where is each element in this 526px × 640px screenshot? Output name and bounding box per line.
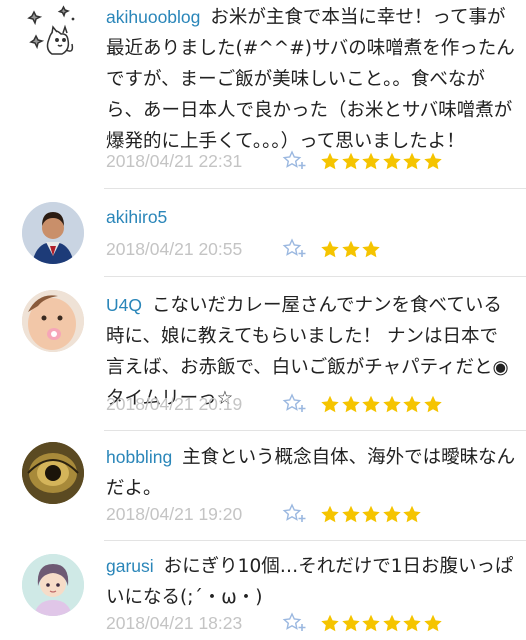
divider [104, 430, 526, 431]
star-rating [320, 240, 382, 259]
star-icon [321, 614, 339, 631]
star-icon [382, 152, 401, 169]
star-icon [362, 505, 380, 522]
star-icon [423, 614, 442, 631]
comment-meta: 2018/04/21 18:23 [106, 610, 443, 636]
username-link[interactable]: akihiro5 [106, 207, 167, 227]
comment-meta: 2018/04/21 19:20 [106, 501, 423, 527]
comment-date: 2018/04/21 18:23 [106, 612, 243, 633]
star-icon [403, 505, 421, 522]
comment-date: 2018/04/21 19:20 [106, 503, 243, 524]
star-icon [403, 614, 421, 631]
comment-date: 2018/04/21 20:55 [106, 238, 243, 259]
star-icon [362, 240, 380, 257]
comment-date: 2018/04/21 22:31 [106, 150, 243, 171]
star-rating [320, 395, 443, 414]
star-icon [341, 395, 360, 412]
avatar[interactable] [22, 202, 84, 264]
star-icon [423, 395, 442, 412]
star-rating [320, 614, 443, 633]
star-icon [362, 614, 380, 631]
star-icon [382, 395, 401, 412]
star-icon [321, 152, 339, 169]
star-icon [321, 505, 339, 522]
comment-body: hobbling 主食という概念自体、海外では曖昧なんだよ。 [106, 442, 516, 504]
comment-feed: akihuooblog お米が主食で本当に幸せ！って事が最近ありました(#^^#)… [0, 0, 526, 640]
star-icon [382, 505, 401, 522]
comment-text: お米が主食で本当に幸せ！って事が最近ありました(#^^#)サバの味噌煮を作ったん… [106, 7, 515, 152]
comment-body: akihiro5 [106, 202, 516, 233]
username-link[interactable]: U4Q [106, 295, 142, 315]
star-icon [321, 395, 339, 412]
star-rating [320, 505, 423, 524]
star-icon [341, 505, 360, 522]
username-link[interactable]: akihuooblog [106, 7, 200, 27]
comment-body: garusi おにぎり10個…それだけで1日お腹いっぱいになる(;´・ω・) [106, 551, 516, 613]
star-icon [362, 152, 380, 169]
star-rating [320, 152, 443, 171]
star-icon [362, 395, 380, 412]
comment-text: おにぎり10個…それだけで1日お腹いっぱいになる(;´・ω・) [106, 556, 514, 608]
comment-date: 2018/04/21 20:19 [106, 393, 243, 414]
star-plus-icon[interactable] [282, 238, 308, 260]
star-icon [403, 152, 421, 169]
divider [104, 276, 526, 277]
username-link[interactable]: hobbling [106, 447, 172, 467]
avatar[interactable] [22, 442, 84, 504]
star-icon [382, 614, 401, 631]
comment-meta: 2018/04/21 20:19 [106, 391, 443, 417]
comment-body: akihuooblog お米が主食で本当に幸せ！って事が最近ありました(#^^#)… [106, 2, 516, 157]
comment-meta: 2018/04/21 22:31 [106, 148, 443, 174]
star-icon [403, 395, 421, 412]
comment-meta: 2018/04/21 20:55 [106, 236, 382, 262]
star-plus-icon[interactable] [282, 393, 308, 415]
star-plus-icon[interactable] [282, 612, 308, 634]
star-icon [341, 152, 360, 169]
star-icon [341, 614, 360, 631]
star-plus-icon[interactable] [282, 150, 308, 172]
avatar[interactable] [22, 554, 84, 616]
divider [104, 188, 526, 189]
star-icon [423, 152, 442, 169]
star-icon [341, 240, 360, 257]
avatar[interactable] [22, 2, 84, 64]
divider [104, 540, 526, 541]
star-plus-icon[interactable] [282, 503, 308, 525]
avatar[interactable] [22, 290, 84, 352]
star-icon [321, 240, 339, 257]
username-link[interactable]: garusi [106, 556, 154, 576]
